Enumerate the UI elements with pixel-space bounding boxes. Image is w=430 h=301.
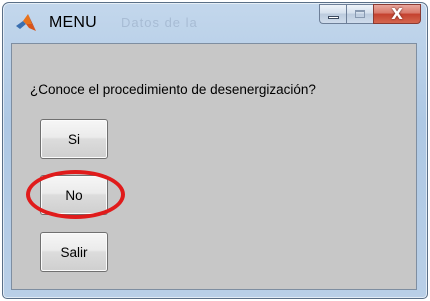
minimize-icon	[327, 16, 339, 19]
no-button[interactable]: No	[40, 175, 108, 215]
dialog-window: MENU Datos de la X ¿Conoce el procedimie…	[2, 2, 428, 299]
window-controls: X	[319, 4, 421, 26]
exit-button[interactable]: Salir	[40, 232, 108, 272]
close-button[interactable]: X	[373, 4, 421, 24]
dialog-body: ¿Conoce el procedimiento de desenergizac…	[11, 43, 417, 290]
question-text: ¿Conoce el procedimiento de desenergizac…	[30, 82, 316, 97]
maximize-icon	[355, 10, 365, 18]
minimize-button[interactable]	[319, 4, 346, 24]
maximize-button[interactable]	[346, 4, 373, 24]
close-icon: X	[391, 4, 403, 23]
matlab-icon	[15, 12, 37, 34]
yes-button[interactable]: Si	[40, 119, 108, 159]
window-title-ghost: Datos de la	[121, 15, 198, 30]
window-title: MENU	[49, 14, 97, 31]
title-bar[interactable]: MENU Datos de la X	[3, 3, 427, 43]
